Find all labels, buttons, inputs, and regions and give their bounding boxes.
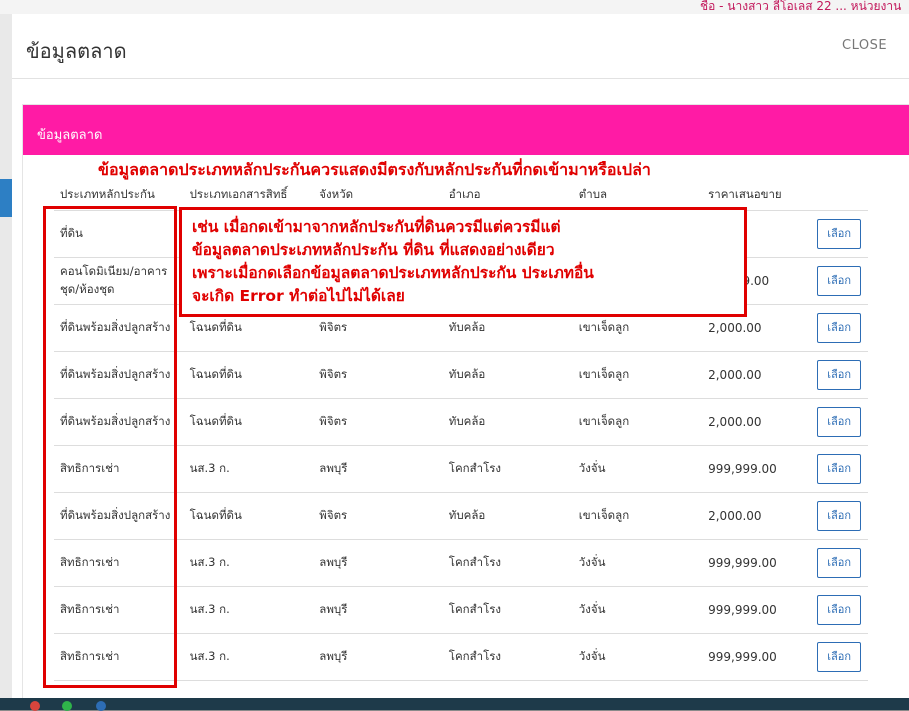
modal-header: ข้อมูลตลาด CLOSE (12, 14, 909, 79)
action-cell: เลือก (811, 257, 868, 305)
select-button[interactable]: เลือก (817, 266, 862, 296)
annotation-line: ข้อมูลตลาดประเภทหลักประกัน ที่ดิน ที่แสด… (192, 241, 555, 259)
background-sidebar (0, 14, 12, 710)
table-cell: วังจั่น (572, 633, 703, 681)
table-cell: ลพบุรี (313, 586, 443, 634)
table-cell: วังจั่น (572, 539, 703, 587)
table-cell: โคกสำโรง (442, 633, 573, 681)
table-cell: เขาเจ็ดลูก (572, 492, 703, 540)
annotation-line: เช่น เมื่อกดเข้ามาจากหลักประกันที่ดินควร… (192, 218, 561, 236)
table-cell: 999,999.00 (702, 539, 812, 587)
action-cell: เลือก (811, 304, 868, 352)
action-cell: เลือก (811, 539, 868, 587)
table-cell: ลพบุรี (313, 445, 443, 493)
action-cell: เลือก (811, 633, 868, 681)
modal-title: ข้อมูลตลาด (26, 39, 127, 63)
action-cell: เลือก (811, 398, 868, 446)
select-button[interactable]: เลือก (817, 548, 862, 578)
table-cell: 2,000.00 (702, 492, 812, 540)
select-button[interactable]: เลือก (817, 501, 862, 531)
table-cell: ทับคล้อ (442, 492, 573, 540)
column-header: ราคาเสนอขาย (702, 176, 812, 211)
table-cell: วังจั่น (572, 445, 703, 493)
table-cell: 2,000.00 (702, 351, 812, 399)
annotation-title: ข้อมูลตลาดประเภทหลักประกันควรแสดงมีตรงกั… (98, 160, 651, 179)
annotation-line: เพราะเมื่อกดเลือกข้อมูลตลาดประเภทหลักประ… (192, 264, 594, 282)
table-cell: เขาเจ็ดลูก (572, 398, 703, 446)
select-button[interactable]: เลือก (817, 360, 862, 390)
close-button[interactable]: CLOSE (842, 38, 887, 53)
table-cell: ลพบุรี (313, 539, 443, 587)
select-button[interactable]: เลือก (817, 595, 862, 625)
table-cell: โฉนดที่ดิน (183, 398, 314, 446)
table-cell: นส.3 ก. (183, 586, 314, 634)
table-cell: โฉนดที่ดิน (183, 492, 314, 540)
table-cell: 2,000.00 (702, 398, 812, 446)
background-top-bar: ชื่อ - นางสาว ลีโอเลส 22 ... หน่วยงาน ..… (0, 0, 909, 32)
table-cell: นส.3 ก. (183, 633, 314, 681)
background-sidebar-active (0, 179, 12, 217)
table-cell: นส.3 ก. (183, 539, 314, 587)
table-cell: ลพบุรี (313, 633, 443, 681)
select-button[interactable]: เลือก (817, 407, 862, 437)
annotation-line: จะเกิด Error ทำต่อไปไม่ได้เลย (192, 287, 405, 305)
table-cell: พิจิตร (313, 492, 443, 540)
select-button[interactable]: เลือก (817, 454, 862, 484)
annotation-note-box: เช่น เมื่อกดเข้ามาจากหลักประกันที่ดินควร… (179, 207, 747, 317)
table-cell: พิจิตร (313, 398, 443, 446)
table-cell: ทับคล้อ (442, 398, 573, 446)
table-cell: เขาเจ็ดลูก (572, 351, 703, 399)
table-cell: โฉนดที่ดิน (183, 351, 314, 399)
table-cell: นส.3 ก. (183, 445, 314, 493)
select-button[interactable]: เลือก (817, 313, 862, 343)
table-cell: โคกสำโรง (442, 539, 573, 587)
action-cell: เลือก (811, 351, 868, 399)
annotation-box-collateral-column (43, 206, 177, 688)
table-cell: ทับคล้อ (442, 351, 573, 399)
action-cell: เลือก (811, 445, 868, 493)
taskbar (0, 698, 909, 711)
table-cell: โคกสำโรง (442, 586, 573, 634)
table-cell: วังจั่น (572, 586, 703, 634)
panel-heading-label: ข้อมูลตลาด (37, 128, 103, 143)
table-cell: 999,999.00 (702, 633, 812, 681)
table-cell: 999,999.00 (702, 586, 812, 634)
table-cell: พิจิตร (313, 351, 443, 399)
table-cell: โคกสำโรง (442, 445, 573, 493)
action-cell: เลือก (811, 492, 868, 540)
action-cell: เลือก (811, 210, 868, 258)
select-button[interactable]: เลือก (817, 219, 862, 249)
action-cell: เลือก (811, 586, 868, 634)
panel-heading: ข้อมูลตลาด (23, 105, 909, 155)
column-header (811, 176, 868, 211)
select-button[interactable]: เลือก (817, 642, 862, 672)
table-cell: 999,999.00 (702, 445, 812, 493)
